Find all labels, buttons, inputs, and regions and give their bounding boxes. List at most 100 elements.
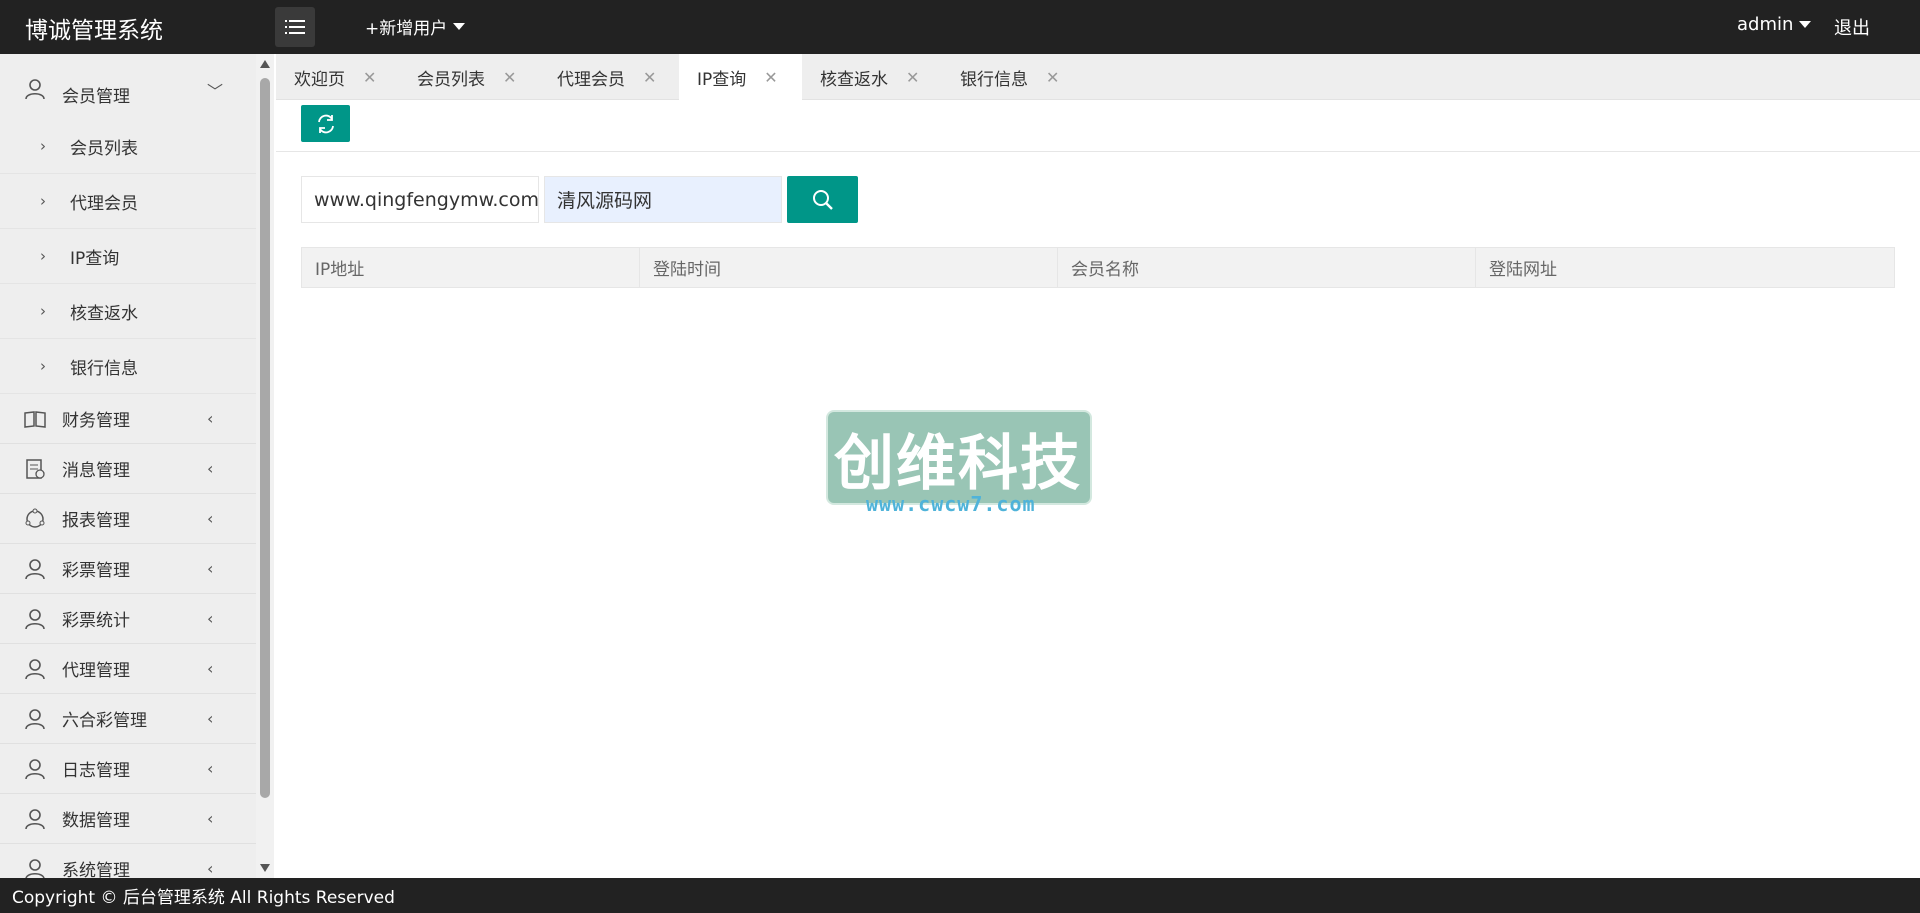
sidebar-item-bank-info[interactable]: › 银行信息 [0,339,256,394]
sidebar-group-label: 日志管理 [62,761,130,781]
sidebar-group-label: 报表管理 [62,511,130,531]
sidebar-group-lottery[interactable]: 彩票管理 ‹ [0,544,256,594]
sidebar-item-label: 银行信息 [70,358,138,379]
tab-label: 欢迎页 [294,69,345,90]
watermark-text: 创维科技 [834,429,1082,499]
close-icon[interactable]: ✕ [363,68,376,87]
sidebar-group-message[interactable]: 消息管理 ‹ [0,444,256,494]
chevron-left-icon: ‹ [207,509,214,528]
user-icon [25,659,45,680]
chevron-left-icon: ‹ [207,809,214,828]
sidebar-group-label: 彩票管理 [62,561,130,581]
chevron-right-icon: › [40,357,46,375]
sidebar-group-log[interactable]: 日志管理 ‹ [0,744,256,794]
url-input[interactable]: www.qingfengymw.com [301,176,539,223]
sidebar-item-label: 代理会员 [70,193,138,214]
user-icon [25,759,45,780]
tab-agent-member[interactable]: 代理会员 ✕ [539,54,656,100]
column-header-member-name[interactable]: 会员名称 [1058,248,1476,287]
chevron-left-icon: ‹ [207,859,214,878]
sidebar-group-label: 消息管理 [62,461,130,481]
sidebar-item-agent-member[interactable]: › 代理会员 [0,174,256,229]
message-icon [26,459,45,479]
column-header-ip[interactable]: IP地址 [302,248,640,287]
menu-toggle-button[interactable] [275,7,315,47]
sidebar-group-agent[interactable]: 代理管理 ‹ [0,644,256,694]
sidebar-group-mark-six[interactable]: 六合彩管理 ‹ [0,694,256,744]
tab-label: IP查询 [697,69,747,90]
sidebar-group-label: 代理管理 [62,661,130,681]
book-icon [24,411,46,428]
sidebar: 会员管理 ﹀ › 会员列表 › 代理会员 › IP查询 › 核查返水 › 银行信… [0,54,256,878]
watermark-url: www.cwcw7.com [866,492,1036,516]
caret-down-icon [1799,21,1812,28]
refresh-icon [317,114,334,133]
keyword-input[interactable]: 清风源码网 [544,176,782,223]
user-icon [25,709,45,730]
chevron-right-icon: › [40,247,46,265]
user-icon [25,79,45,100]
scroll-thumb[interactable] [260,78,270,798]
tab-member-list[interactable]: 会员列表 ✕ [399,54,516,100]
column-header-login-time[interactable]: 登陆时间 [640,248,1058,287]
user-icon [25,859,45,878]
tab-label: 代理会员 [557,69,625,90]
tab-rebate-check[interactable]: 核查返水 ✕ [802,54,919,100]
sidebar-item-member-list[interactable]: › 会员列表 [0,119,256,174]
sidebar-group-system[interactable]: 系统管理 ‹ [0,844,256,878]
logout-link[interactable]: 退出 [1834,14,1870,40]
search-icon [812,189,833,210]
sidebar-group-label: 财务管理 [62,411,130,431]
close-icon[interactable]: ✕ [643,68,656,87]
scroll-up-icon[interactable] [260,60,270,68]
sidebar-group-label: 六合彩管理 [62,711,147,731]
chevron-left-icon: ‹ [207,759,214,778]
sidebar-group-report[interactable]: 报表管理 ‹ [0,494,256,544]
add-user-menu[interactable]: +新增用户 [365,14,466,39]
chevron-right-icon: › [40,192,46,210]
search-button[interactable] [787,176,858,223]
close-icon[interactable]: ✕ [764,68,777,87]
sidebar-group-label: 会员管理 [62,87,130,107]
close-icon[interactable]: ✕ [1046,68,1059,87]
sidebar-group-finance[interactable]: 财务管理 ‹ [0,394,256,444]
toolbar [276,100,1920,152]
user-icon [25,809,45,830]
report-icon [25,508,45,528]
sidebar-scrollbar[interactable] [256,54,274,878]
sidebar-group-member[interactable]: 会员管理 ﹀ [0,54,256,119]
add-user-label: +新增用户 [365,19,448,39]
tab-label: 银行信息 [960,69,1028,90]
chevron-right-icon: › [40,137,46,155]
chevron-left-icon: ‹ [207,559,214,578]
admin-menu[interactable]: admin [1737,14,1812,35]
sidebar-item-ip-query[interactable]: › IP查询 [0,229,256,284]
chevron-left-icon: ‹ [207,459,214,478]
close-icon[interactable]: ✕ [906,68,919,87]
chevron-right-icon: › [40,302,46,320]
tab-bank-info[interactable]: 银行信息 ✕ [942,54,1059,100]
user-icon [25,559,45,580]
sidebar-group-label: 数据管理 [62,811,130,831]
tab-welcome[interactable]: 欢迎页 ✕ [276,54,376,100]
sidebar-item-label: 核查返水 [70,303,138,324]
chevron-left-icon: ‹ [207,609,214,628]
sidebar-group-lottery-stats[interactable]: 彩票统计 ‹ [0,594,256,644]
column-header-login-url[interactable]: 登陆网址 [1476,248,1894,287]
sidebar-item-label: 会员列表 [70,138,138,159]
chevron-left-icon: ‹ [207,659,214,678]
chevron-down-icon: ﹀ [207,82,224,101]
chevron-left-icon: ‹ [207,409,214,428]
scroll-down-icon[interactable] [260,864,270,872]
tab-ip-query[interactable]: IP查询 ✕ [679,54,802,100]
sidebar-group-data[interactable]: 数据管理 ‹ [0,794,256,844]
sidebar-item-rebate-check[interactable]: › 核查返水 [0,284,256,339]
watermark-logo: 创维科技 www.cwcw7.com [826,410,1092,516]
refresh-button[interactable] [301,105,350,142]
tab-label: 核查返水 [820,69,888,90]
chevron-left-icon: ‹ [207,709,214,728]
ip-table-header: IP地址 登陆时间 会员名称 登陆网址 [301,247,1895,288]
app-logo: 博诚管理系统 [25,18,163,44]
tab-label: 会员列表 [417,69,485,90]
close-icon[interactable]: ✕ [503,68,516,87]
